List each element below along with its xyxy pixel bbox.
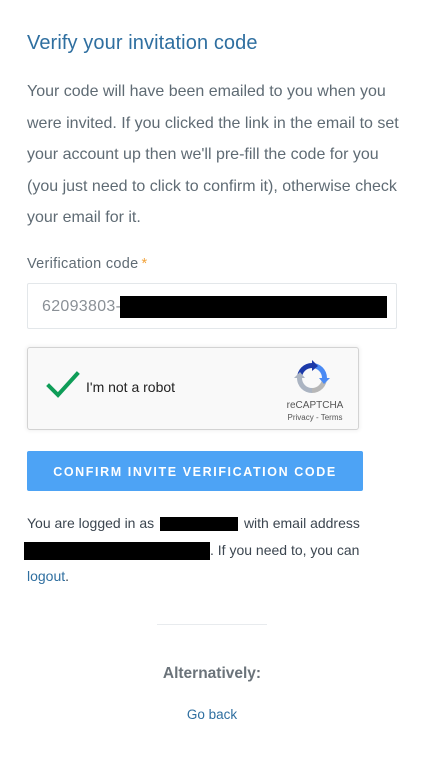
logged-in-line-3: logout.: [27, 563, 417, 590]
logout-tail: .: [65, 568, 70, 584]
verification-code-input[interactable]: 62093803-: [27, 283, 397, 329]
confirm-invite-button[interactable]: CONFIRM INVITE VERIFICATION CODE: [27, 451, 363, 491]
logged-in-line-1: You are logged in as with email address: [27, 510, 417, 537]
checkmark-icon[interactable]: [46, 370, 80, 400]
verify-invite-page: Verify your invitation code Your code wi…: [0, 0, 428, 758]
redacted-username: [160, 517, 239, 532]
email-intro-text: with email address: [243, 515, 360, 531]
page-title: Verify your invitation code: [27, 32, 258, 54]
verification-code-label-text: Verification code: [27, 256, 139, 272]
verification-code-value: 62093803-: [42, 298, 122, 315]
logout-link[interactable]: logout: [27, 568, 65, 584]
logged-in-notice: You are logged in as with email address …: [24, 510, 417, 590]
intro-text: Your code will have been emailed to you …: [27, 83, 399, 226]
recaptcha-widget: I'm not a robot reCAPTCHA Privacy - Term…: [27, 347, 359, 430]
required-marker: *: [141, 256, 148, 272]
verification-code-label: Verification code *: [27, 256, 147, 272]
recaptcha-logo-icon: [294, 360, 330, 396]
logged-in-prefix: You are logged in as: [27, 515, 155, 531]
go-back-link[interactable]: Go back: [0, 707, 424, 722]
logged-in-suffix: . If you need to, you can: [210, 541, 360, 558]
recaptcha-label: I'm not a robot: [86, 379, 176, 395]
recaptcha-terms-link[interactable]: Privacy - Terms: [278, 413, 352, 422]
alternatively-heading: Alternatively:: [162, 665, 262, 682]
recaptcha-brand: reCAPTCHA: [286, 400, 344, 411]
redacted-email: [24, 541, 210, 560]
logged-in-line-2: . If you need to, you can: [24, 537, 417, 564]
section-divider: [157, 624, 267, 625]
redacted-code-block: [120, 296, 387, 318]
